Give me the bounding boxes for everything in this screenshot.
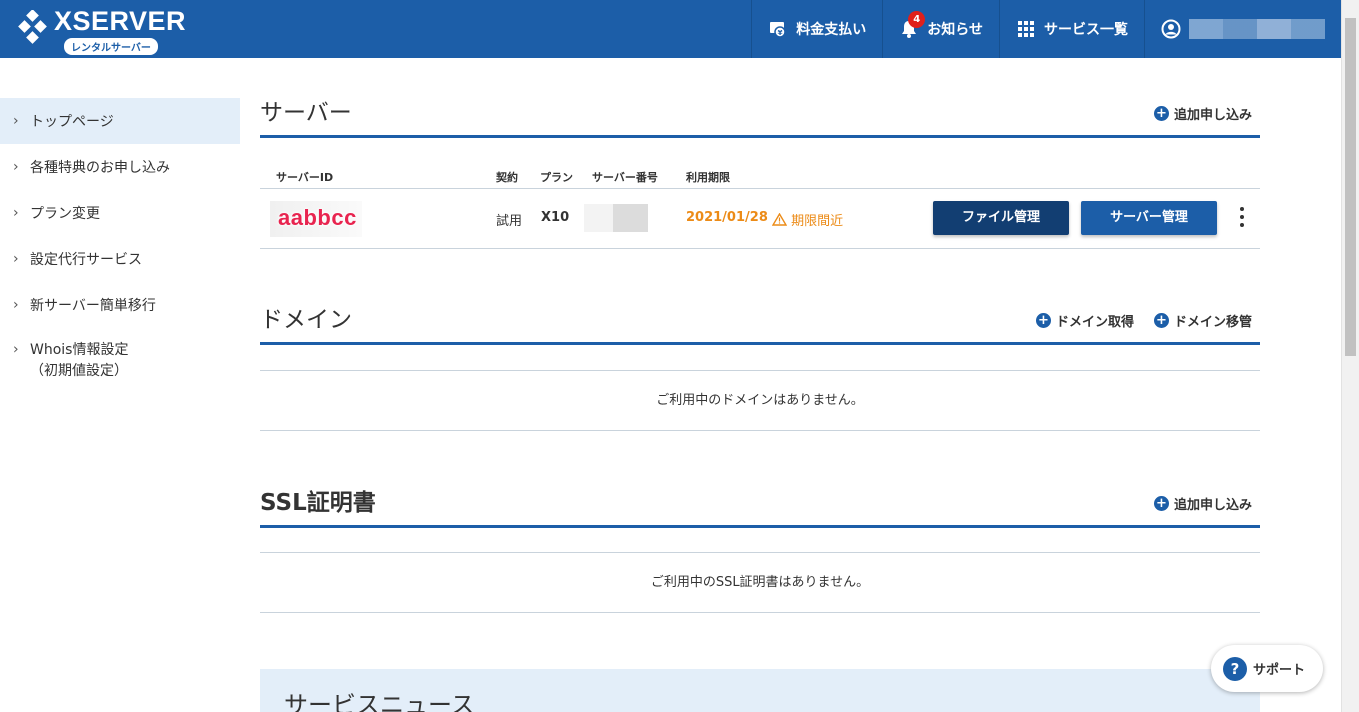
col-contract: 契約 [496,171,518,184]
sidebar-item-label: 各種特典のお申し込み [30,160,170,176]
warning-icon [771,212,788,226]
domain-empty-message: ご利用中のドメインはありません。 [260,370,1260,431]
server-id-value: aabbcc [270,201,362,237]
plan-value: X10 [541,210,570,225]
table-row: aabbcc 試用 X10 2021/01/28 期限間近 ファイル管理 サーバ… [260,189,1260,249]
whois-label: Whois情報設定 [30,342,129,358]
logo-text: XSERVER [54,6,187,36]
sidebar-item-migration[interactable]: › 新サーバー簡単移行 [0,282,240,328]
account-name-redacted [1189,19,1325,39]
grid-icon [1018,21,1034,37]
more-options-icon[interactable] [1238,207,1246,231]
sidebar: › トップページ › 各種特典のお申し込み › プラン変更 › 設定代行サービス… [0,98,240,388]
sidebar-item-label: 新サーバー簡単移行 [30,298,156,314]
ssl-empty-message: ご利用中のSSL証明書はありません。 [260,552,1260,613]
logo-diamond-icon [18,10,47,44]
page-scrollbar[interactable] [1341,0,1359,712]
contract-value: 試用 [496,214,523,229]
billing-icon: ¥ [770,22,787,38]
support-button[interactable]: ? サポート [1211,645,1323,692]
chevron-right-icon: › [13,341,19,358]
ssl-add-link[interactable]: + 追加申し込み [1153,494,1252,513]
domain-section-header: ドメイン + ドメイン取得 + ドメイン移管 [260,305,1260,345]
col-server-id: サーバーID [276,171,334,184]
col-expiry: 利用期限 [686,171,730,184]
notification-badge: 4 [908,11,926,28]
top-header: XSERVER レンタルサーバー ¥ 料金支払い 4 お知らせ サービス一覧 [0,0,1341,58]
question-icon: ? [1223,656,1247,681]
sidebar-item-label: プラン変更 [30,206,100,222]
bell-icon: 4 [899,11,926,39]
account-nav[interactable] [1144,0,1341,58]
support-label: サポート [1253,663,1306,678]
user-icon [1161,19,1181,39]
sidebar-item-label: トップページ [30,114,114,130]
ssl-section-header: SSL証明書 + 追加申し込み [260,488,1260,528]
service-news-title: サービスニュース [284,691,475,712]
chevron-right-icon: › [13,205,19,221]
server-section-title: サーバー [260,100,352,126]
file-manager-button[interactable]: ファイル管理 [933,201,1069,235]
domain-transfer-label: ドメイン移管 [1173,315,1252,330]
ssl-section-title: SSL証明書 [260,490,376,516]
scrollbar-thumb[interactable] [1345,18,1356,356]
expiry-warning-label: 期限間近 [791,214,844,229]
plus-circle-icon: + [1153,106,1169,121]
sidebar-item-plan-change[interactable]: › プラン変更 [0,190,240,236]
sidebar-item-label: Whois情報設定 （初期値設定） [30,340,128,382]
chevron-right-icon: › [13,297,19,313]
sidebar-item-setup-service[interactable]: › 設定代行サービス [0,236,240,282]
server-add-link[interactable]: + 追加申し込み [1153,104,1252,123]
domain-get-label: ドメイン取得 [1055,315,1134,330]
domain-section-title: ドメイン [260,307,352,333]
svg-text:¥: ¥ [778,29,783,37]
plus-circle-icon: + [1035,313,1051,328]
chevron-right-icon: › [13,251,19,267]
server-add-label: 追加申し込み [1173,108,1252,123]
logo-subtitle: レンタルサーバー [64,38,158,55]
sidebar-item-whois[interactable]: › Whois情報設定 （初期値設定） [0,328,240,388]
sidebar-item-benefits[interactable]: › 各種特典のお申し込み [0,144,240,190]
expiry-warning: 期限間近 [771,210,844,229]
xserver-logo[interactable]: XSERVER レンタルサーバー [16,6,196,55]
domain-transfer-link[interactable]: + ドメイン移管 [1153,311,1252,330]
notices-label: お知らせ [927,22,983,38]
col-plan: プラン [540,171,573,184]
plus-circle-icon: + [1153,313,1169,328]
services-nav[interactable]: サービス一覧 [999,0,1144,58]
sidebar-item-top[interactable]: › トップページ [0,98,240,144]
billing-label: 料金支払い [796,22,867,38]
col-server-number: サーバー番号 [592,171,658,184]
ssl-add-label: 追加申し込み [1173,498,1252,513]
server-number-redacted [584,204,648,232]
expiry-date: 2021/01/28 [686,210,768,225]
plus-circle-icon: + [1153,496,1169,511]
services-label: サービス一覧 [1044,22,1128,38]
service-news-panel: サービスニュース [260,669,1260,712]
domain-get-link[interactable]: + ドメイン取得 [1035,311,1134,330]
whois-sublabel: （初期値設定） [30,363,128,379]
server-table-header: サーバーID 契約 プラン サーバー番号 利用期限 [260,162,1260,189]
server-manager-button[interactable]: サーバー管理 [1081,201,1217,235]
server-section-header: サーバー + 追加申し込み [260,98,1260,138]
header-nav: ¥ 料金支払い 4 お知らせ サービス一覧 [751,0,1341,58]
chevron-right-icon: › [13,113,19,129]
sidebar-item-label: 設定代行サービス [30,252,142,268]
notices-nav[interactable]: 4 お知らせ [882,0,999,58]
chevron-right-icon: › [13,159,19,175]
billing-nav[interactable]: ¥ 料金支払い [751,0,882,58]
